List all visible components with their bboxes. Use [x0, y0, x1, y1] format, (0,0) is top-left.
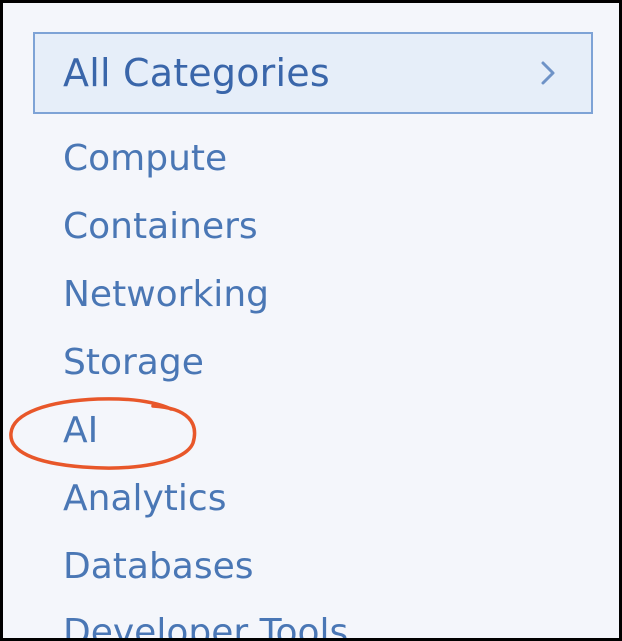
category-item-compute[interactable]: Compute	[63, 137, 227, 181]
category-item-ai[interactable]: AI	[63, 409, 98, 453]
category-list: Compute Containers Networking Storage AI…	[3, 3, 619, 638]
category-item-developer-tools[interactable]: Developer Tools	[63, 611, 348, 638]
category-item-containers[interactable]: Containers	[63, 205, 258, 249]
category-sidebar: All Categories Compute Containers Networ…	[0, 0, 622, 641]
category-item-analytics[interactable]: Analytics	[63, 477, 226, 521]
category-item-storage[interactable]: Storage	[63, 341, 204, 385]
category-item-networking[interactable]: Networking	[63, 273, 269, 317]
category-item-databases[interactable]: Databases	[63, 545, 254, 589]
